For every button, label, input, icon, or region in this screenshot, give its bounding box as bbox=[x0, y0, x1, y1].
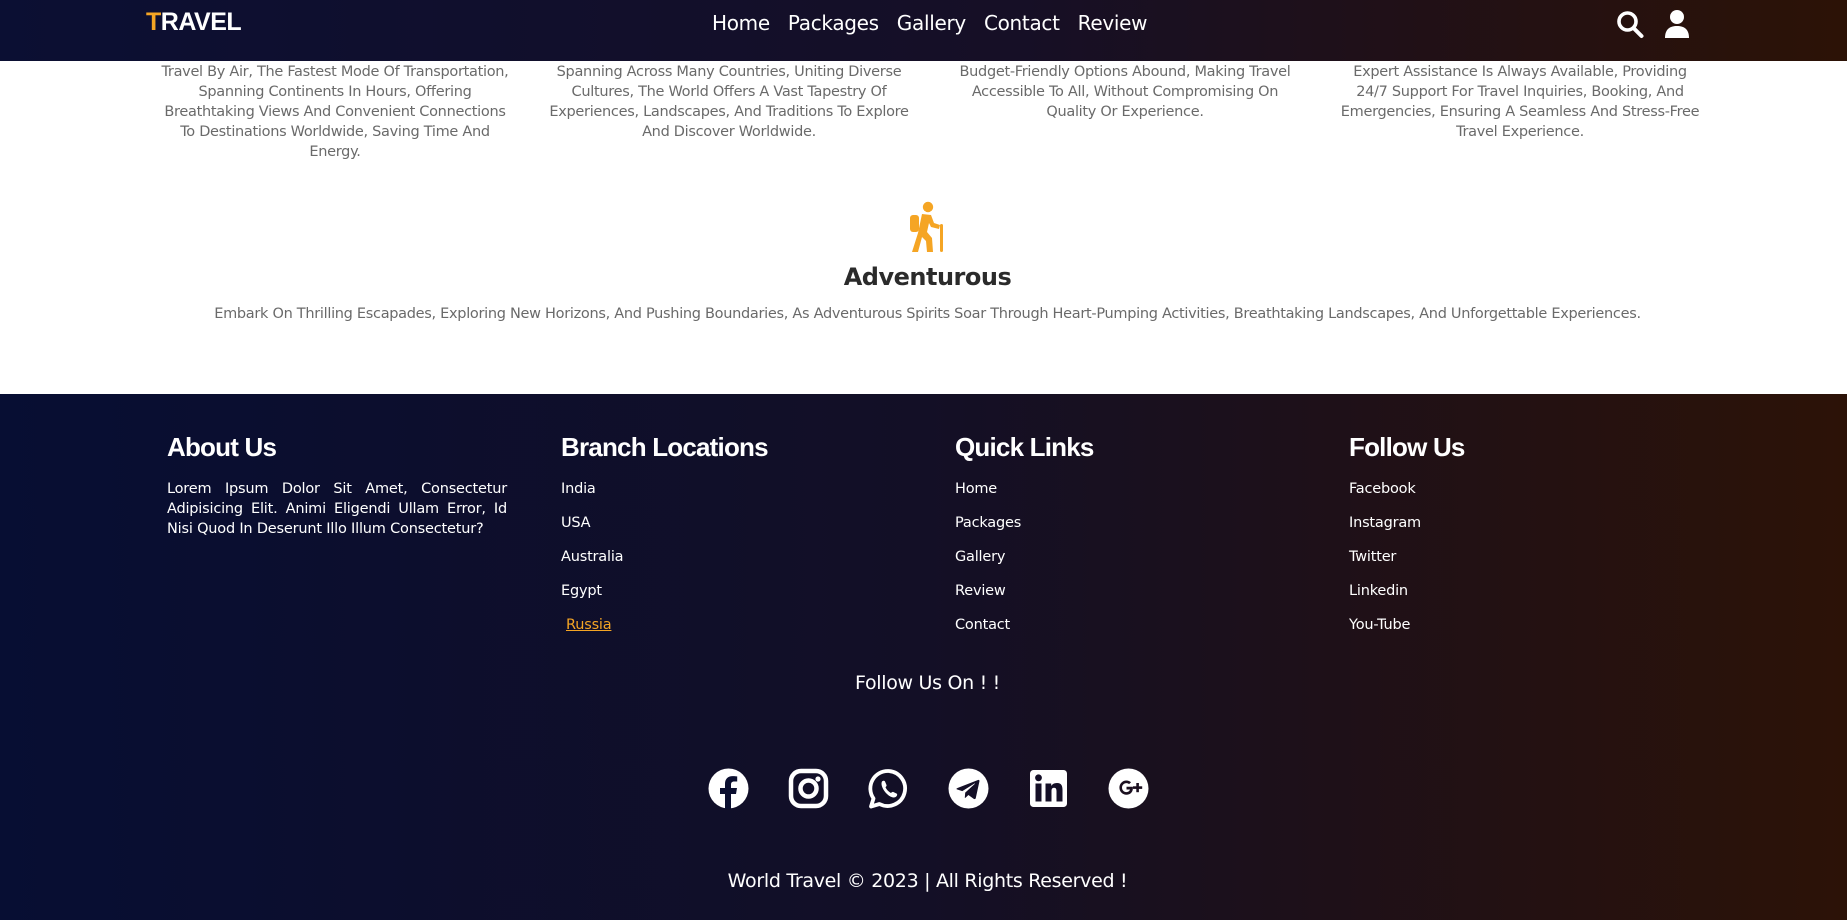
social-icons bbox=[708, 768, 1149, 809]
quick-link-contact[interactable]: Contact bbox=[955, 615, 1295, 649]
follow-youtube[interactable]: You-Tube bbox=[1349, 615, 1689, 649]
feature-air-desc: Travel By Air, The Fastest Mode Of Trans… bbox=[161, 64, 509, 160]
search-icon[interactable] bbox=[1616, 9, 1644, 39]
quick-link-packages[interactable]: Packages bbox=[955, 513, 1295, 547]
footer-about: About Us Lorem Ipsum Dolor Sit Amet, Con… bbox=[167, 432, 507, 539]
nav-contact[interactable]: Contact bbox=[984, 11, 1060, 35]
facebook-icon[interactable] bbox=[708, 768, 749, 809]
logo-initial: T bbox=[146, 8, 161, 36]
nav-home[interactable]: Home bbox=[712, 11, 770, 35]
footer: About Us Lorem Ipsum Dolor Sit Amet, Con… bbox=[0, 394, 1847, 920]
quick-links-title: Quick Links bbox=[955, 432, 1094, 462]
nav-review[interactable]: Review bbox=[1078, 11, 1148, 35]
branch-egypt[interactable]: Egypt bbox=[561, 581, 901, 615]
about-title: About Us bbox=[167, 432, 277, 462]
follow-instagram[interactable]: Instagram bbox=[1349, 513, 1689, 547]
about-text: Lorem Ipsum Dolor Sit Amet, Consectetur … bbox=[167, 481, 507, 537]
feature-support-desc: Expert Assistance Is Always Available, P… bbox=[1340, 64, 1700, 140]
branch-india[interactable]: India bbox=[561, 479, 901, 513]
features-section: Travel By Air, The Fastest Mode Of Trans… bbox=[0, 61, 1847, 394]
quick-link-home[interactable]: Home bbox=[955, 479, 1295, 513]
quick-link-review[interactable]: Review bbox=[955, 581, 1295, 615]
hiking-icon bbox=[906, 201, 948, 257]
nav-packages[interactable]: Packages bbox=[788, 11, 879, 35]
feature-budget-desc: Budget-Friendly Options Abound, Making T… bbox=[959, 64, 1291, 120]
follow-title: Follow Us bbox=[1349, 432, 1465, 462]
logo-rest: RAVEL bbox=[160, 8, 242, 36]
adventurous-title: Adventurous bbox=[843, 263, 1012, 291]
feature-world-desc: Spanning Across Many Countries, Uniting … bbox=[549, 64, 909, 140]
branch-usa[interactable]: USA bbox=[561, 513, 901, 547]
quick-link-gallery[interactable]: Gallery bbox=[955, 547, 1295, 581]
footer-branches: Branch Locations India USA Australia Egy… bbox=[561, 432, 901, 649]
main-nav: Home Packages Gallery Contact Review bbox=[712, 11, 1165, 35]
user-icon[interactable] bbox=[1664, 9, 1690, 39]
instagram-icon[interactable] bbox=[788, 768, 829, 809]
branch-russia[interactable]: Russia bbox=[566, 615, 901, 649]
linkedin-icon[interactable] bbox=[1028, 768, 1069, 809]
follow-facebook[interactable]: Facebook bbox=[1349, 479, 1689, 513]
navbar: TRAVEL Home Packages Gallery Contact Rev… bbox=[0, 0, 1847, 61]
copyright: World Travel © 2023 | All Rights Reserve… bbox=[727, 870, 1128, 892]
nav-gallery[interactable]: Gallery bbox=[897, 11, 966, 35]
follow-twitter[interactable]: Twitter bbox=[1349, 547, 1689, 581]
whatsapp-icon[interactable] bbox=[868, 768, 909, 809]
follow-us-on-heading: Follow Us On ! ! bbox=[855, 672, 1000, 694]
footer-follow: Follow Us Facebook Instagram Twitter Lin… bbox=[1349, 432, 1689, 649]
branches-title: Branch Locations bbox=[561, 432, 769, 462]
nav-icons bbox=[1616, 9, 1690, 39]
branch-australia[interactable]: Australia bbox=[561, 547, 901, 581]
telegram-icon[interactable] bbox=[948, 768, 989, 809]
footer-quick-links: Quick Links Home Packages Gallery Review… bbox=[955, 432, 1295, 649]
google-plus-icon[interactable] bbox=[1108, 768, 1149, 809]
logo[interactable]: TRAVEL bbox=[146, 8, 242, 37]
adventurous-desc: Embark On Thrilling Escapades, Exploring… bbox=[214, 306, 1641, 322]
follow-linkedin[interactable]: Linkedin bbox=[1349, 581, 1689, 615]
